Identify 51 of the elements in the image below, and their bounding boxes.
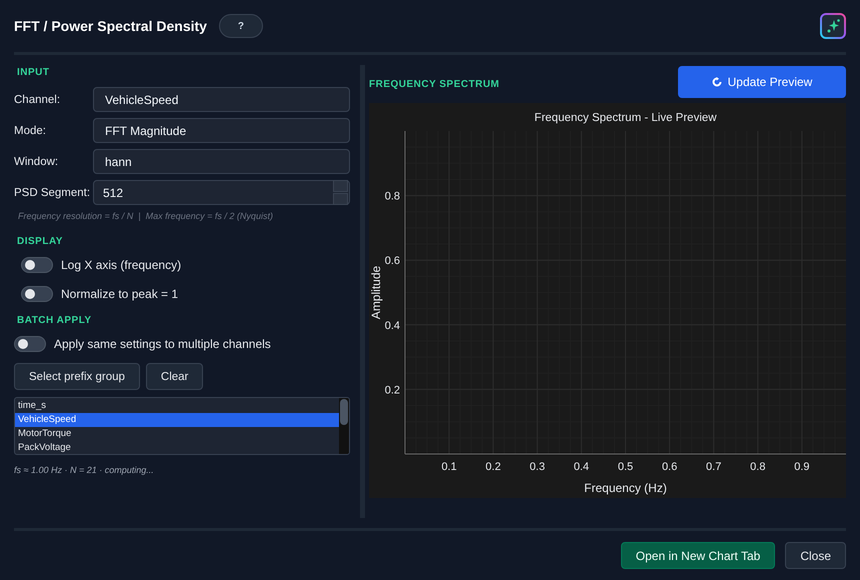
field-label: Window: xyxy=(14,156,60,168)
toggle-switch[interactable] xyxy=(21,257,53,273)
section-heading: BATCH APPLY xyxy=(16,315,93,326)
toggle-label: Log X axis (frequency) xyxy=(61,258,182,272)
window-title: FFT / Power Spectral Density xyxy=(14,18,207,34)
scrollbar[interactable] xyxy=(339,398,350,454)
tick-label: 0.8 xyxy=(750,461,766,473)
toggle-switch[interactable] xyxy=(14,336,46,352)
refresh-icon xyxy=(712,76,722,86)
axis-title: Amplitude xyxy=(369,266,383,320)
tick-label: 0.6 xyxy=(662,461,678,473)
tick-label: 0.1 xyxy=(441,461,457,473)
dialog-button[interactable]: Close xyxy=(785,542,846,569)
field-label: Mode: xyxy=(14,124,47,136)
hint-text: Frequency resolution = fs / N | Max frequency = fs / 2 (Nyquist) xyxy=(17,211,274,221)
channel-list-item[interactable]: MotorTorque xyxy=(15,427,340,441)
channel-list-item[interactable]: VehicleSpeed xyxy=(15,413,340,427)
toggle-label: Normalize to peak = 1 xyxy=(61,287,178,301)
input-field[interactable]: FFT Magnitude xyxy=(93,118,350,143)
help-button[interactable]: ? xyxy=(218,14,263,38)
update-button[interactable]: Update Preview xyxy=(678,66,846,98)
channel-list[interactable]: time_s VehicleSpeed MotorTorque PackVoltage xyxy=(14,397,350,455)
field-label: PSD Segment: xyxy=(14,186,92,198)
tick-label: 0.2 xyxy=(384,384,400,396)
tick-label: 0.4 xyxy=(384,320,400,332)
tick-label: 0.8 xyxy=(384,190,400,203)
chart-title: Frequency Spectrum - Live Preview xyxy=(534,112,717,124)
tick-label: 0.7 xyxy=(706,461,722,473)
section-heading: FREQUENCY SPECTRUM xyxy=(369,79,500,90)
sparkle-icon[interactable] xyxy=(820,13,846,39)
tick-label: 0.3 xyxy=(530,461,545,473)
input-field[interactable]: VehicleSpeed xyxy=(93,87,350,112)
spin-box[interactable]: 512 xyxy=(93,180,350,205)
toggle-switch[interactable] xyxy=(21,286,53,302)
tick-label: 0.6 xyxy=(384,255,400,268)
tick-label: 0.2 xyxy=(486,461,501,473)
field-label: Channel: xyxy=(14,94,62,106)
channel-list-item[interactable]: time_s xyxy=(15,399,340,413)
status-text: fs ≈ 1.00 Hz · N = 21 · computing... xyxy=(14,465,155,475)
action-button[interactable]: Clear xyxy=(146,363,204,390)
channel-list-item[interactable]: PackVoltage xyxy=(15,441,340,454)
action-button[interactable]: Select prefix group xyxy=(14,363,140,390)
dialog-button[interactable]: Open in New Chart Tab xyxy=(620,542,776,569)
section-heading: DISPLAY xyxy=(16,236,64,247)
tick-label: 0.4 xyxy=(574,461,590,473)
input-field[interactable]: hann xyxy=(93,149,350,174)
tick-label: 0.9 xyxy=(794,461,810,473)
toggle-label: Apply same settings to multiple channels xyxy=(54,337,271,351)
axis-title: Frequency (Hz) xyxy=(584,481,667,495)
tick-label: 0.5 xyxy=(618,461,634,473)
section-heading: INPUT xyxy=(16,67,50,78)
